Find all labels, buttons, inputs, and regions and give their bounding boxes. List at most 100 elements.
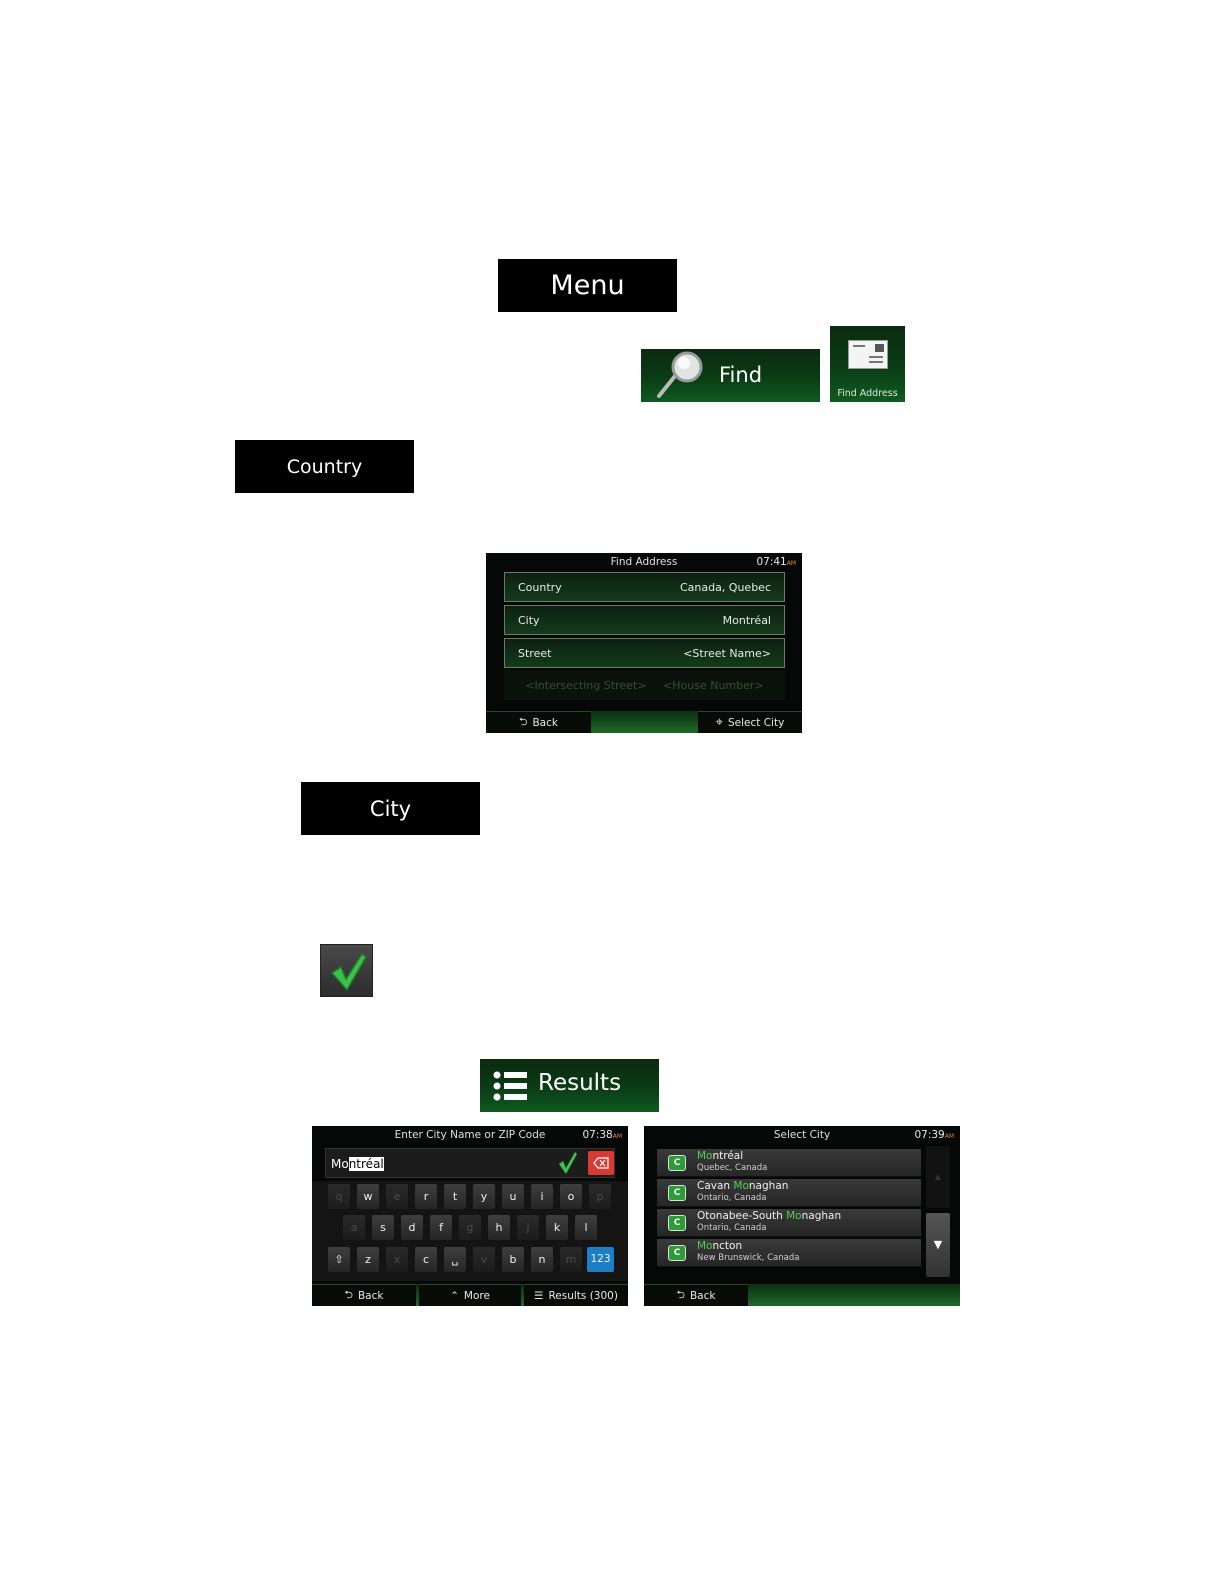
key-f[interactable]: f: [430, 1215, 452, 1240]
clock: 07:38AM: [582, 1129, 622, 1141]
key-u[interactable]: u: [502, 1184, 524, 1209]
city-row[interactable]: City Montréal: [504, 605, 785, 635]
key-x: x: [386, 1247, 408, 1272]
list-icon: ☰: [534, 1289, 544, 1302]
typed-text: Mo: [331, 1157, 349, 1171]
city-row-label: City: [518, 613, 540, 627]
city-region: New Brunswick, Canada: [697, 1253, 800, 1263]
back-button[interactable]: ⮌ Back: [644, 1284, 748, 1306]
key-s[interactable]: s: [372, 1215, 394, 1240]
key-t[interactable]: t: [444, 1184, 466, 1209]
city-icon: C: [668, 1185, 686, 1201]
key-o[interactable]: o: [560, 1184, 582, 1209]
keyboard-screen: Enter City Name or ZIP Code 07:38AM Mont…: [312, 1126, 628, 1306]
key-g: g: [459, 1215, 481, 1240]
back-label: Back: [689, 1289, 716, 1302]
backspace-icon: [593, 1157, 609, 1169]
checkmark-icon[interactable]: [556, 1150, 580, 1176]
back-icon: ⮌: [519, 715, 528, 728]
shift-icon: ⇧: [334, 1253, 344, 1266]
city-item[interactable]: C Otonabee-South Monaghan Ontario, Canad…: [657, 1209, 921, 1237]
country-row-value: Canada, Quebec: [679, 580, 771, 594]
city-item[interactable]: C Montréal Quebec, Canada: [657, 1149, 921, 1177]
backspace-button[interactable]: [588, 1151, 614, 1175]
city-region: Quebec, Canada: [697, 1163, 768, 1173]
select-city-screen: Select City 07:39AM C Montréal Quebec, C…: [644, 1126, 960, 1306]
key-y[interactable]: y: [473, 1184, 495, 1209]
key-d[interactable]: d: [401, 1215, 423, 1240]
city-icon: C: [668, 1245, 686, 1261]
keyboard: q w e r t y u i o p a s d f g h j k l ⇧ …: [312, 1181, 628, 1281]
more-button[interactable]: ⌃ More: [419, 1284, 521, 1306]
country-row-label: Country: [518, 580, 562, 594]
scroll-up-button[interactable]: ▲: [926, 1146, 950, 1208]
more-label: More: [463, 1289, 490, 1302]
autocomplete-text: ntréal: [348, 1157, 384, 1171]
find-address-screen: Find Address 07:41AM Country Canada, Que…: [486, 553, 802, 733]
checkmark-icon: [330, 952, 367, 992]
back-icon: ⮌: [676, 1288, 685, 1301]
key-v: v: [473, 1247, 495, 1272]
results-button[interactable]: ☰ Results (300): [524, 1284, 628, 1306]
city-name: Otonabee-South Monaghan: [697, 1210, 842, 1222]
scroll-down-button[interactable]: ▼: [926, 1213, 950, 1277]
intersecting-street-field: <Intersecting Street>: [525, 678, 647, 692]
back-icon: ⮌: [344, 1288, 353, 1301]
street-row-value: <Street Name>: [683, 646, 771, 660]
back-button[interactable]: ⮌ Back: [486, 711, 591, 733]
key-a: a: [343, 1215, 365, 1240]
key-i[interactable]: i: [531, 1184, 553, 1209]
results-button[interactable]: Results: [480, 1059, 659, 1112]
confirm-button[interactable]: [320, 944, 373, 997]
key-b[interactable]: b: [502, 1247, 524, 1272]
key-m: m: [560, 1247, 582, 1272]
house-number-field: <House Number>: [663, 678, 764, 692]
find-button[interactable]: Find: [641, 349, 820, 402]
key-w[interactable]: w: [357, 1184, 379, 1209]
space-key[interactable]: ␣: [444, 1247, 466, 1272]
list-icon: [493, 1071, 527, 1101]
find-label: Find: [719, 363, 763, 387]
select-city-label: Select City: [728, 716, 785, 729]
key-h[interactable]: h: [488, 1215, 510, 1240]
city-item[interactable]: C Cavan Monaghan Ontario, Canada: [657, 1179, 921, 1207]
screen-title: Enter City Name or ZIP Code: [394, 1129, 546, 1141]
shift-key[interactable]: ⇧: [328, 1247, 350, 1272]
country-button[interactable]: Country: [235, 440, 414, 493]
city-icon: C: [668, 1155, 686, 1171]
find-address-label: Find Address: [837, 388, 898, 399]
city-icon: C: [668, 1215, 686, 1231]
key-q: q: [328, 1184, 350, 1209]
key-r[interactable]: r: [415, 1184, 437, 1209]
key-c[interactable]: c: [415, 1247, 437, 1272]
key-l[interactable]: l: [575, 1215, 597, 1240]
menu-button[interactable]: Menu: [498, 259, 677, 312]
city-region: Ontario, Canada: [697, 1223, 767, 1233]
select-city-button[interactable]: ⌖ Select City: [698, 711, 802, 733]
back-label: Back: [357, 1289, 384, 1302]
clock: 07:39AM: [914, 1129, 954, 1141]
envelope-icon: [848, 340, 888, 369]
city-row-value: Montréal: [722, 613, 771, 627]
key-z[interactable]: z: [357, 1247, 379, 1272]
key-k[interactable]: k: [546, 1215, 568, 1240]
street-row[interactable]: Street <Street Name>: [504, 638, 785, 668]
city-name: Montréal: [697, 1150, 744, 1162]
city-item[interactable]: C Moncton New Brunswick, Canada: [657, 1239, 921, 1267]
key-n[interactable]: n: [531, 1247, 553, 1272]
back-button[interactable]: ⮌ Back: [312, 1284, 416, 1306]
city-name: Cavan Monaghan: [697, 1180, 789, 1192]
city-region: Ontario, Canada: [697, 1193, 767, 1203]
results-label: Results: [538, 1070, 622, 1096]
city-label: City: [369, 796, 412, 821]
street-row-label: Street: [518, 646, 552, 660]
screen-title: Find Address: [610, 556, 678, 568]
key-p: p: [589, 1184, 611, 1209]
find-address-button[interactable]: Find Address: [830, 326, 905, 402]
country-label: Country: [286, 455, 363, 478]
city-button[interactable]: City: [301, 782, 480, 835]
numbers-key[interactable]: 123: [587, 1247, 614, 1272]
menu-label: Menu: [550, 270, 625, 301]
screen-title: Select City: [773, 1129, 831, 1141]
country-row[interactable]: Country Canada, Quebec: [504, 572, 785, 602]
